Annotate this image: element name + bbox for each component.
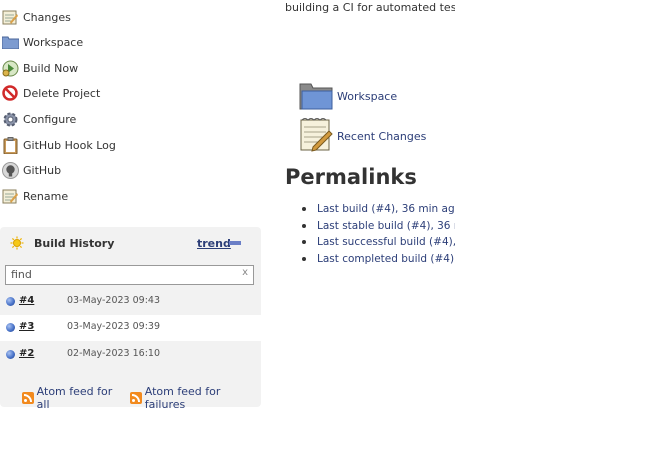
build-number-link[interactable]: #3 — [19, 321, 34, 332]
permalinks-list: Last build (#4), 36 min ago Last stable … — [299, 202, 455, 268]
build-search-input[interactable] — [6, 266, 231, 282]
feed-failures-link[interactable]: Atom feed for failures — [145, 385, 261, 411]
build-history-header: Build History trend — [0, 227, 261, 261]
build-history-panel: Build History trend x #4 03-May-2023 09:… — [0, 227, 261, 411]
trend-link[interactable]: trend — [197, 237, 231, 250]
folder-icon — [299, 80, 333, 113]
task-changes[interactable]: Changes — [0, 5, 200, 29]
workspace-link[interactable]: Workspace — [337, 90, 397, 103]
rss-icon — [22, 392, 34, 404]
task-delete-project[interactable]: Delete Project — [0, 81, 200, 105]
list-item: Last build (#4), 36 min ago — [299, 202, 455, 219]
task-label: Workspace — [23, 35, 84, 49]
list-item: Last successful build (#4), 36 min ago — [299, 235, 455, 252]
clipboard-icon — [1, 136, 19, 154]
permalink-last-build[interactable]: Last build (#4), 36 min ago — [317, 203, 455, 215]
permalink-last-successful-build[interactable]: Last successful build (#4), 36 min ago — [317, 236, 455, 248]
build-date: 03-May-2023 09:39 — [67, 321, 160, 332]
notepad-icon — [1, 8, 19, 26]
permalinks-heading: Permalinks — [285, 165, 417, 189]
feed-links: Atom feed for all Atom feed for failures — [22, 385, 261, 411]
main-content: building a CI for automated testing Work… — [285, 0, 455, 455]
project-description: building a CI for automated testing — [285, 1, 455, 14]
list-item: Last completed build (#4), 36 min ago — [299, 252, 455, 269]
build-number-link[interactable]: #4 — [19, 295, 34, 306]
build-status-blue-icon — [6, 323, 15, 332]
feed-all-link[interactable]: Atom feed for all — [37, 385, 126, 411]
recent-changes-link[interactable]: Recent Changes — [337, 130, 426, 143]
task-workspace[interactable]: Workspace — [0, 30, 200, 54]
build-history-title: Build History — [34, 237, 115, 250]
build-row: #3 03-May-2023 09:39 — [0, 315, 261, 341]
build-search-box: x — [5, 265, 254, 285]
rss-icon — [130, 392, 142, 404]
notepad-icon — [299, 117, 333, 156]
task-configure[interactable]: Configure — [0, 107, 200, 131]
task-github[interactable]: GitHub — [0, 158, 200, 182]
notepad-icon — [1, 187, 19, 205]
build-status-blue-icon — [6, 350, 15, 359]
weather-sunny-icon — [10, 236, 24, 253]
permalink-last-stable-build[interactable]: Last stable build (#4), 36 min ago — [317, 220, 455, 232]
task-label: Delete Project — [23, 86, 101, 100]
task-label: GitHub — [23, 163, 62, 177]
list-item: Last stable build (#4), 36 min ago — [299, 219, 455, 236]
task-rename[interactable]: Rename — [0, 184, 200, 208]
build-number-link[interactable]: #2 — [19, 348, 34, 359]
task-github-hook-log[interactable]: GitHub Hook Log — [0, 133, 200, 157]
build-row: #2 02-May-2023 16:10 — [0, 342, 261, 368]
build-now-icon — [1, 59, 19, 77]
permalink-last-completed-build[interactable]: Last completed build (#4), 36 min ago — [317, 253, 455, 265]
gear-icon — [1, 110, 19, 128]
task-label: GitHub Hook Log — [23, 138, 116, 152]
recent-changes-row: Recent Changes — [299, 117, 426, 156]
task-label: Configure — [23, 112, 77, 126]
task-build-now[interactable]: Build Now — [0, 56, 200, 80]
build-row: #4 03-May-2023 09:43 — [0, 289, 261, 315]
task-label: Build Now — [23, 61, 79, 75]
build-date: 03-May-2023 09:43 — [67, 295, 160, 306]
task-label: Rename — [23, 189, 69, 203]
folder-icon — [1, 33, 19, 51]
build-status-blue-icon — [6, 297, 15, 306]
workspace-row: Workspace — [299, 80, 397, 113]
build-date: 02-May-2023 16:10 — [67, 348, 160, 359]
github-icon — [1, 161, 19, 179]
collapse-icon[interactable] — [229, 241, 241, 245]
task-label: Changes — [23, 10, 71, 24]
delete-icon — [1, 84, 19, 102]
clear-search-icon[interactable]: x — [242, 267, 248, 278]
